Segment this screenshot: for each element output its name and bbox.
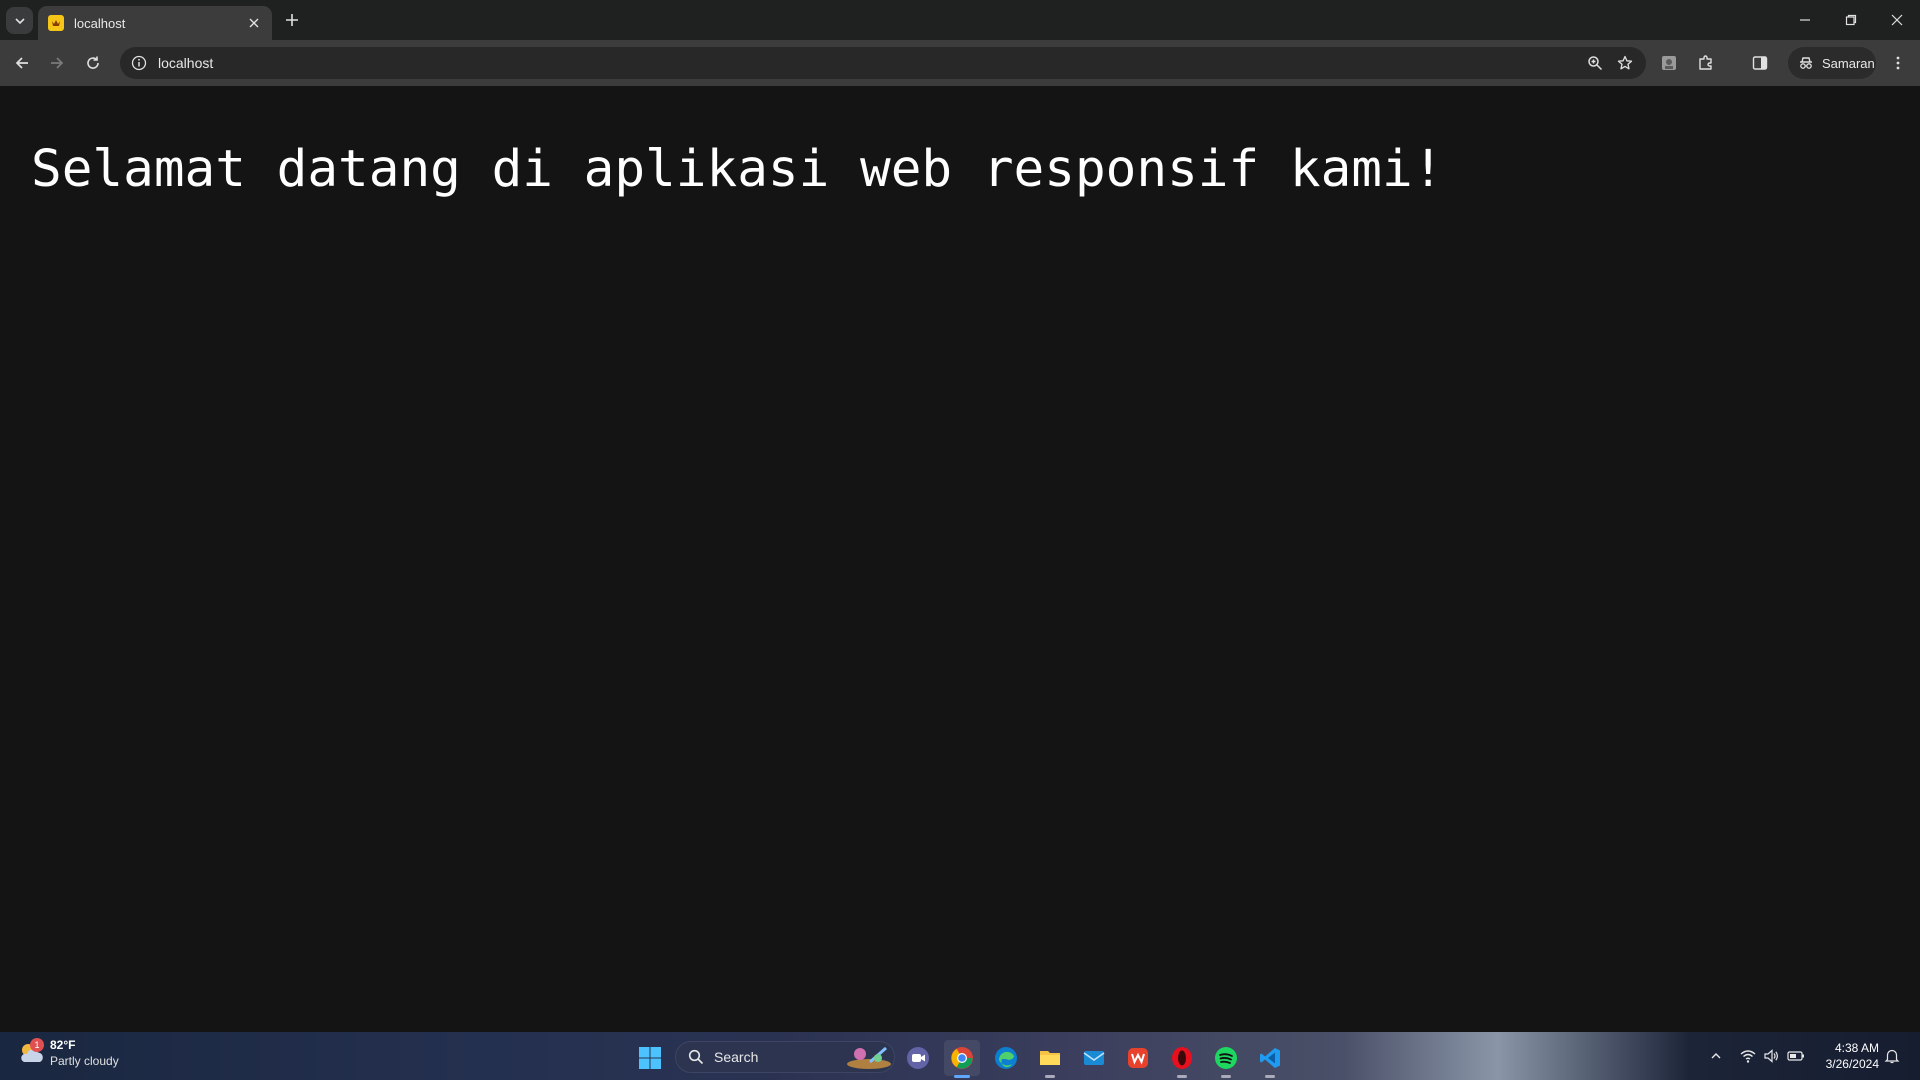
taskbar-app-opera[interactable] [1164,1040,1200,1078]
weather-condition: Partly cloudy [50,1054,119,1068]
tab-search-button[interactable] [6,7,33,34]
notifications-button[interactable] [1882,1046,1902,1066]
extension-app-icon [1662,56,1676,70]
extension-button[interactable] [1655,49,1683,77]
page-viewport: Selamat datang di aplikasi web responsif… [0,86,1920,1032]
new-tab-button[interactable] [280,8,304,32]
reload-button[interactable] [79,49,107,77]
browser-tab[interactable]: localhost [38,6,272,40]
taskbar-app-vscode[interactable] [1252,1040,1288,1078]
profile-button[interactable]: Samaran [1788,47,1876,79]
url-text[interactable]: localhost [158,55,1580,71]
chevron-down-icon [14,17,25,24]
side-panel-icon [1752,56,1768,70]
taskbar-app-wps[interactable] [1120,1040,1156,1076]
windows-logo-icon [639,1047,661,1069]
profile-name: Samaran [1822,55,1875,71]
clock-time: 4:38 AM [1834,1041,1879,1055]
taskbar-app-mail[interactable] [1076,1040,1112,1076]
bookmark-button[interactable] [1610,48,1640,78]
arrow-left-icon [15,57,28,69]
close-icon [249,18,259,28]
taskbar-search[interactable]: Search [675,1041,895,1073]
plus-icon [286,14,298,26]
spotify-icon [1215,1047,1237,1069]
side-panel-button[interactable] [1746,49,1774,77]
more-vertical-icon [1896,56,1900,70]
wps-office-icon [1128,1048,1148,1068]
taskbar-app-spotify[interactable] [1208,1040,1244,1078]
minimize-icon [1800,19,1810,21]
weather-alert-badge: 1 [30,1038,44,1052]
favicon-icon [48,15,64,31]
incognito-icon [1800,57,1812,69]
show-hidden-icons-button[interactable] [1706,1046,1726,1066]
puzzle-icon [1699,55,1712,70]
star-icon [1617,55,1633,70]
weather-temperature: 82°F [50,1038,76,1052]
speaker-icon [1764,1049,1778,1063]
arrow-right-icon [51,57,64,69]
search-icon [688,1049,704,1065]
search-highlight-icon [847,1046,891,1069]
search-label: Search [714,1049,759,1065]
folder-icon [1040,1051,1060,1065]
browser-menu-button[interactable] [1884,49,1912,77]
wifi-button[interactable] [1738,1046,1758,1066]
chrome-icon [951,1047,973,1069]
tab-title: localhost [74,15,126,31]
extensions-menu-button[interactable] [1692,49,1720,77]
vscode-icon [1260,1048,1280,1068]
restore-button[interactable] [1837,8,1865,32]
weather-widget[interactable]: 1 82°F Partly cloudy [16,1038,119,1068]
meet-icon [907,1047,929,1069]
close-window-button[interactable] [1883,8,1911,32]
taskbar-app-file-explorer[interactable] [1032,1040,1068,1078]
zoom-button[interactable] [1580,48,1610,78]
browser-toolbar: localhost Samaran [0,40,1920,113]
restore-icon [1845,14,1857,26]
taskbar-app-zoom[interactable] [900,1040,936,1076]
close-icon [1891,14,1903,26]
battery-icon [1787,1051,1804,1061]
taskbar-app-edge[interactable] [988,1040,1024,1076]
back-button[interactable] [8,49,36,77]
edge-icon [995,1047,1017,1069]
chevron-up-icon [1711,1053,1721,1059]
clock-date: 3/26/2024 [1825,1057,1879,1071]
address-bar[interactable]: localhost [120,47,1646,79]
forward-button[interactable] [43,49,71,77]
page-heading: Selamat datang di aplikasi web responsif… [31,140,1444,199]
minimize-button[interactable] [1791,8,1819,32]
reload-icon [87,56,99,69]
taskbar-app-chrome[interactable] [944,1040,980,1078]
site-info-icon[interactable] [130,54,148,72]
opera-icon [1172,1047,1192,1069]
volume-button[interactable] [1761,1046,1781,1066]
bell-icon [1884,1049,1900,1064]
taskbar-clock[interactable]: 4:38 AM 3/26/2024 [1815,1040,1879,1072]
windows-taskbar: 1 82°F Partly cloudy Search 4:38 AM 3/26… [0,1032,1920,1080]
start-button[interactable] [632,1040,668,1076]
tab-close-button[interactable] [244,13,264,33]
mail-icon [1083,1051,1105,1065]
browser-tab-strip: localhost [0,0,1920,40]
battery-button[interactable] [1786,1046,1806,1066]
zoom-icon [1588,56,1603,71]
wifi-icon [1740,1050,1756,1063]
weather-icon: 1 [16,1038,46,1068]
